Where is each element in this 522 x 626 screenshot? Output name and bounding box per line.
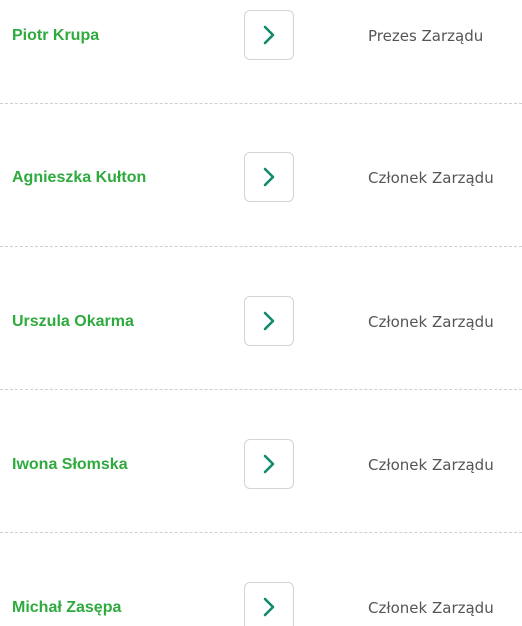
member-name[interactable]: Agnieszka Kułton (12, 169, 146, 187)
chevron-right-icon (263, 311, 275, 331)
board-member-row: Urszula Okarma Członek Zarządu (0, 296, 522, 348)
member-details-button[interactable] (244, 10, 294, 60)
member-role: Prezes Zarządu (368, 27, 484, 45)
board-member-row: Agnieszka Kułton Członek Zarządu (0, 152, 522, 204)
row-divider (0, 103, 522, 104)
member-role: Członek Zarządu (368, 313, 494, 331)
member-details-button[interactable] (244, 152, 294, 202)
member-name[interactable]: Urszula Okarma (12, 313, 134, 331)
board-member-row: Iwona Słomska Członek Zarządu (0, 439, 522, 491)
member-details-button[interactable] (244, 439, 294, 489)
member-name[interactable]: Iwona Słomska (12, 456, 128, 474)
member-role: Członek Zarządu (368, 169, 494, 187)
member-name[interactable]: Piotr Krupa (12, 27, 99, 45)
board-member-row: Piotr Krupa Prezes Zarządu (0, 10, 522, 62)
board-members-list: Piotr Krupa Prezes Zarządu Agnieszka Kuł… (0, 0, 522, 626)
member-details-button[interactable] (244, 296, 294, 346)
member-role: Członek Zarządu (368, 456, 494, 474)
chevron-right-icon (263, 454, 275, 474)
board-member-row: Michał Zasępa Członek Zarządu (0, 582, 522, 626)
member-details-button[interactable] (244, 582, 294, 626)
row-divider (0, 532, 522, 533)
member-name[interactable]: Michał Zasępa (12, 599, 121, 617)
row-divider (0, 246, 522, 247)
chevron-right-icon (263, 597, 275, 617)
chevron-right-icon (263, 167, 275, 187)
member-role: Członek Zarządu (368, 599, 494, 617)
chevron-right-icon (263, 25, 275, 45)
row-divider (0, 389, 522, 390)
